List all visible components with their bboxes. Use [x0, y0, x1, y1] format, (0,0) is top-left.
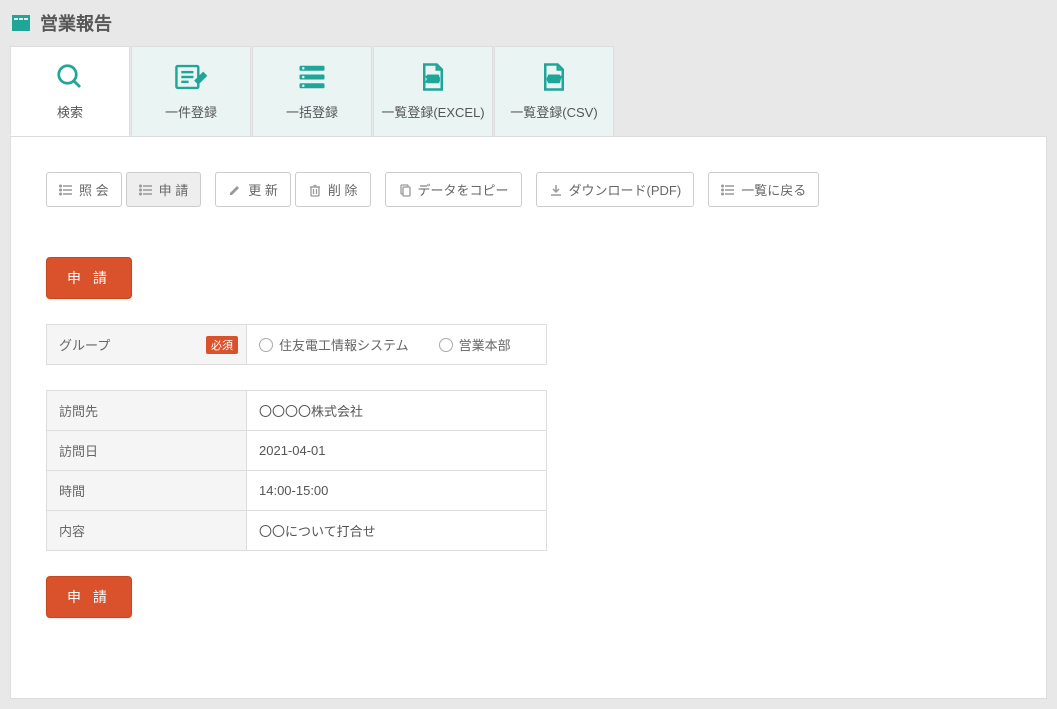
- detail-value: 〇〇について打合せ: [247, 511, 547, 551]
- tab-label: 検索: [57, 102, 83, 121]
- edit-icon: [174, 62, 208, 92]
- page-header: 営業報告: [0, 0, 1057, 46]
- apply-submit-button-bottom[interactable]: 申 請: [46, 576, 132, 618]
- apply-button[interactable]: 申 請: [126, 172, 202, 207]
- apply-submit-button-top[interactable]: 申 請: [46, 257, 132, 299]
- radio-option-1[interactable]: 住友電工情報システム: [259, 335, 409, 354]
- detail-label: 訪問日: [47, 431, 247, 471]
- detail-label: 内容: [47, 511, 247, 551]
- table-row: 訪問日 2021-04-01: [47, 431, 547, 471]
- svg-text:CSV: CSV: [548, 76, 562, 83]
- detail-value: 〇〇〇〇株式会社: [247, 391, 547, 431]
- tab-list-register-excel[interactable]: XLS 一覧登録(EXCEL): [373, 46, 493, 136]
- tabs: 検索 一件登録 一括登録 XLS 一覧登録(EXCEL) CSV 一覧登録(CS…: [10, 46, 1047, 136]
- tab-single-register[interactable]: 一件登録: [131, 46, 251, 136]
- detail-label: 時間: [47, 471, 247, 511]
- tab-search[interactable]: 検索: [10, 46, 130, 136]
- tab-label: 一括登録: [286, 102, 338, 121]
- group-label: グループ 必須: [47, 325, 247, 365]
- copy-icon: [398, 183, 412, 197]
- tab-label: 一覧登録(EXCEL): [381, 102, 484, 121]
- tab-bulk-register[interactable]: 一括登録: [252, 46, 372, 136]
- stack-icon: [297, 62, 327, 92]
- tab-label: 一件登録: [165, 102, 217, 121]
- list-icon: [59, 183, 73, 197]
- search-icon: [55, 62, 85, 92]
- download-pdf-button[interactable]: ダウンロード(PDF): [536, 172, 695, 207]
- detail-value: 2021-04-01: [247, 431, 547, 471]
- table-row: 訪問先 〇〇〇〇株式会社: [47, 391, 547, 431]
- detail-value: 14:00-15:00: [247, 471, 547, 511]
- detail-label: 訪問先: [47, 391, 247, 431]
- list-icon: [721, 183, 735, 197]
- radio-icon: [439, 338, 453, 352]
- copy-button[interactable]: データをコピー: [385, 172, 522, 207]
- table-row: 内容 〇〇について打合せ: [47, 511, 547, 551]
- file-csv-icon: CSV: [539, 62, 569, 92]
- group-radio-group: 住友電工情報システム 営業本部: [259, 335, 534, 354]
- radio-icon: [259, 338, 273, 352]
- view-button[interactable]: 照 会: [46, 172, 122, 207]
- window-icon: [12, 15, 30, 31]
- update-button[interactable]: 更 新: [215, 172, 291, 207]
- pencil-icon: [228, 183, 242, 197]
- download-icon: [549, 183, 563, 197]
- content-panel: 照 会 申 請 更 新 削 除: [10, 136, 1047, 699]
- page-title: 営業報告: [40, 10, 112, 36]
- detail-table: 訪問先 〇〇〇〇株式会社 訪問日 2021-04-01 時間 14:00-15:…: [46, 390, 547, 551]
- list-icon: [139, 183, 153, 197]
- required-badge: 必須: [206, 336, 238, 354]
- table-row: 時間 14:00-15:00: [47, 471, 547, 511]
- file-xls-icon: XLS: [418, 62, 448, 92]
- tab-list-register-csv[interactable]: CSV 一覧登録(CSV): [494, 46, 614, 136]
- radio-option-2[interactable]: 営業本部: [439, 335, 511, 354]
- delete-button[interactable]: 削 除: [295, 172, 371, 207]
- trash-icon: [308, 183, 322, 197]
- svg-text:XLS: XLS: [427, 76, 439, 83]
- group-table: グループ 必須 住友電工情報システム 営業本部: [46, 324, 547, 365]
- back-to-list-button[interactable]: 一覧に戻る: [708, 172, 819, 207]
- tab-label: 一覧登録(CSV): [510, 102, 597, 121]
- toolbar: 照 会 申 請 更 新 削 除: [46, 172, 1011, 207]
